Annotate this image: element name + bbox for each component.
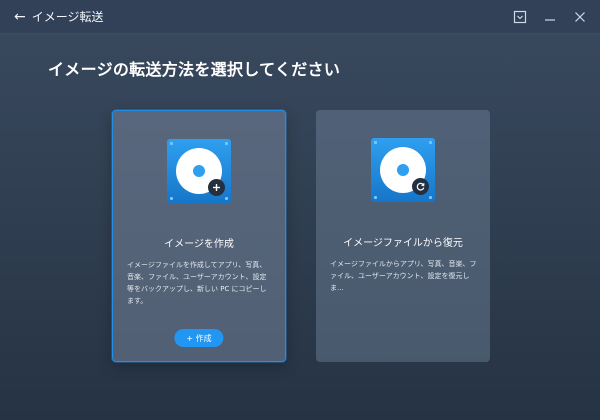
disc-restore-icon <box>371 138 435 202</box>
title-bar: ← イメージ転送 <box>0 0 600 34</box>
plus-icon <box>208 179 225 196</box>
window-title: イメージ転送 <box>31 10 104 24</box>
refresh-icon <box>412 178 429 195</box>
arrow-left-icon[interactable]: ← <box>14 10 26 24</box>
minimize-icon[interactable] <box>542 9 558 25</box>
card-description: イメージファイルを作成してアプリ、写真、音楽、ファイル、ユーザーアカウント、設定… <box>127 261 267 305</box>
dropdown-icon[interactable] <box>512 9 528 25</box>
create-image-card[interactable]: イメージを作成 イメージファイルを作成してアプリ、写真、音楽、ファイル、ユーザー… <box>112 110 286 362</box>
restore-image-card[interactable]: イメージファイルから復元 イメージファイルからアプリ、写真、音楽、ファイル、ユー… <box>316 110 490 362</box>
page-heading: イメージの転送方法を選択してください <box>48 60 341 79</box>
card-description: イメージファイルからアプリ、写真、音楽、ファイル、ユーザーアカウント、設定を復元… <box>330 260 477 292</box>
card-title: イメージファイルから復元 <box>343 238 463 249</box>
card-title: イメージを作成 <box>164 239 234 250</box>
create-button[interactable]: + 作成 <box>174 329 224 347</box>
window-controls <box>512 9 588 25</box>
disc-add-icon <box>167 139 231 203</box>
back-button[interactable]: ← イメージ転送 <box>14 8 104 25</box>
close-icon[interactable] <box>572 9 588 25</box>
